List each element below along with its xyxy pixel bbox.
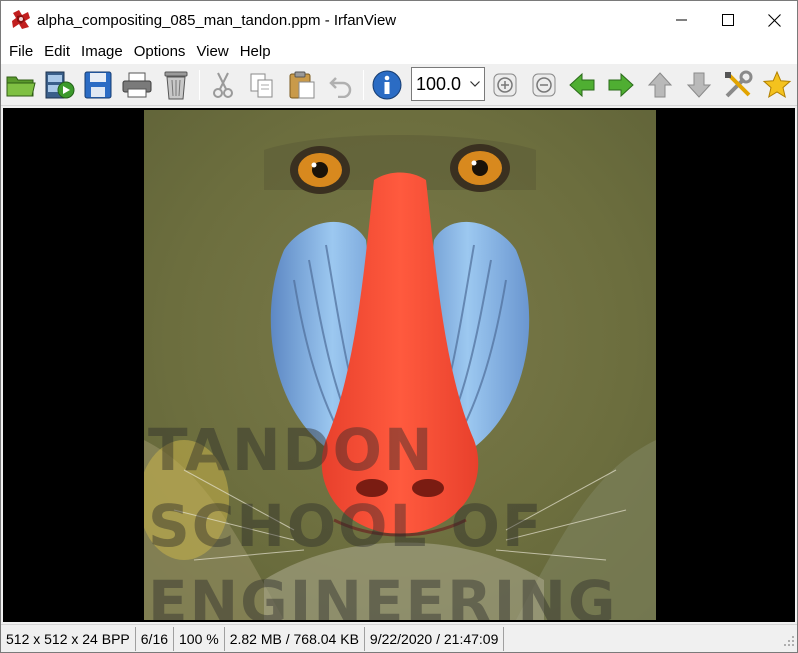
tools-icon — [725, 70, 753, 98]
delete-button[interactable] — [159, 68, 193, 102]
previous-button[interactable] — [565, 68, 599, 102]
undo-icon — [329, 77, 352, 98]
watermark-line-1: TANDON — [148, 416, 435, 484]
window-title: alpha_compositing_085_man_tandon.ppm - I… — [37, 11, 397, 29]
menu-image[interactable]: Image — [75, 39, 128, 64]
up-button[interactable] — [643, 68, 677, 102]
close-icon — [767, 13, 781, 27]
print-button[interactable] — [120, 68, 154, 102]
zoom-select[interactable]: 100.0 — [411, 67, 485, 101]
copy-button[interactable] — [245, 68, 279, 102]
info-button[interactable] — [370, 68, 404, 102]
next-icon — [608, 72, 634, 98]
print-icon — [122, 72, 152, 98]
status-datetime: 9/22/2020 / 21:47:09 — [365, 626, 505, 651]
next-button[interactable] — [604, 68, 638, 102]
status-zoom: 100 % — [174, 626, 225, 651]
maximize-button[interactable] — [705, 1, 751, 39]
cut-icon — [213, 72, 233, 98]
menu-options[interactable]: Options — [128, 39, 191, 64]
save-icon — [84, 71, 112, 99]
down-button[interactable] — [682, 68, 716, 102]
slideshow-icon — [45, 71, 75, 99]
irfanview-window: alpha_compositing_085_man_tandon.ppm - I… — [0, 0, 798, 653]
menu-file[interactable]: File — [3, 39, 38, 64]
slideshow-button[interactable] — [43, 68, 77, 102]
undo-button[interactable] — [324, 68, 358, 102]
status-size: 2.82 MB / 768.04 KB — [225, 626, 365, 651]
status-dimensions: 512 x 512 x 24 BPP — [1, 626, 136, 651]
maximize-icon — [722, 14, 734, 26]
open-folder-icon — [6, 76, 36, 97]
zoom-value: 100.0 — [416, 73, 462, 94]
menu-bar: File Edit Image Options View Help — [1, 39, 797, 64]
resize-grip-icon[interactable] — [783, 634, 795, 650]
menu-help[interactable]: Help — [234, 39, 276, 64]
copy-icon — [250, 73, 273, 98]
favorite-icon — [762, 70, 792, 99]
previous-icon — [569, 72, 595, 98]
up-icon — [647, 72, 673, 98]
minimize-button[interactable] — [659, 1, 705, 39]
down-icon — [686, 72, 712, 98]
zoom-in-icon — [493, 73, 517, 97]
status-index: 6/16 — [136, 626, 175, 651]
delete-icon — [164, 71, 188, 100]
zoom-in-button[interactable] — [488, 68, 522, 102]
favorite-button[interactable] — [760, 68, 794, 102]
image-viewport[interactable]: TANDON SCHOOL OF ENGINEERING — [3, 108, 795, 622]
zoom-out-button[interactable] — [527, 68, 561, 102]
watermark-line-2: SCHOOL OF — [148, 492, 544, 560]
paste-icon — [289, 71, 315, 99]
displayed-image: TANDON SCHOOL OF ENGINEERING — [144, 110, 656, 620]
minimize-icon — [676, 19, 687, 21]
info-icon — [372, 70, 402, 100]
watermark-line-3: ENGINEERING — [148, 568, 618, 620]
zoom-out-icon — [532, 73, 556, 97]
irfanview-icon — [10, 9, 32, 31]
cut-button[interactable] — [206, 68, 240, 102]
save-button[interactable] — [81, 68, 115, 102]
title-bar[interactable]: alpha_compositing_085_man_tandon.ppm - I… — [1, 1, 797, 39]
close-button[interactable] — [751, 1, 797, 39]
tools-button[interactable] — [721, 68, 755, 102]
status-bar: 512 x 512 x 24 BPP 6/16 100 % 2.82 MB / … — [1, 624, 797, 652]
toolbar: 100.0 — [1, 64, 797, 106]
open-button[interactable] — [4, 68, 38, 102]
menu-edit[interactable]: Edit — [38, 39, 75, 64]
menu-view[interactable]: View — [190, 39, 233, 64]
chevron-down-icon[interactable] — [466, 81, 484, 87]
paste-button[interactable] — [285, 68, 319, 102]
